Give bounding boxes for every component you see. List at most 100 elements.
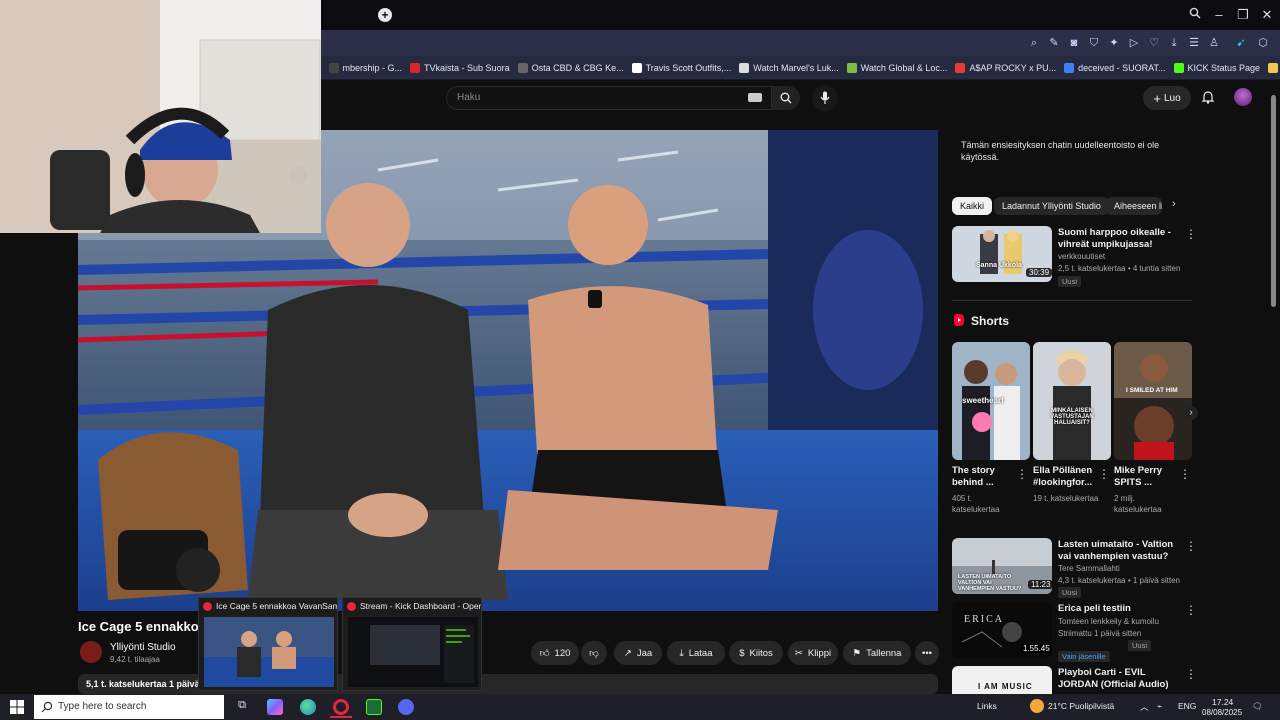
bookmark-item[interactable]: A$AP ROCKY x PU... <box>955 56 1056 79</box>
channel-name[interactable]: Tomteen lenkkeily & kumoilu <box>1058 616 1182 627</box>
shield-icon[interactable]: ⛉ <box>1087 36 1101 50</box>
bookmark-item[interactable]: deceived - SUORAT... <box>1064 56 1166 79</box>
bookmark-item[interactable]: Watch Global & Loc... <box>846 56 947 79</box>
taskbar-preview-kick[interactable]: Stream - Kick Dashboard - Opera <box>342 597 482 691</box>
video-title[interactable]: Lasten uimataito - Valtion vai vanhempie… <box>1058 539 1182 563</box>
camera-icon[interactable]: ◙ <box>1067 36 1081 50</box>
voice-search-button[interactable] <box>812 85 838 111</box>
edit-icon[interactable]: ✎ <box>1047 36 1061 50</box>
channel-name[interactable]: verkkouutiset <box>1058 251 1105 262</box>
obs-icon[interactable] <box>366 699 382 715</box>
bookmark-item[interactable]: mbership - G... <box>328 56 402 79</box>
share-button[interactable]: ↗ Jaa <box>614 641 662 665</box>
short-title[interactable]: The story behind ... <box>952 465 1014 489</box>
more-options-icon[interactable]: ⋮ <box>1185 604 1197 616</box>
video-title[interactable]: Erica peli testiin <box>1058 603 1182 615</box>
more-options-icon[interactable]: ⋮ <box>1179 468 1191 480</box>
settings-icon[interactable]: ⬡ <box>1256 36 1270 50</box>
bookmark-favicon-icon <box>739 63 750 73</box>
new-tab-button[interactable]: + <box>378 8 392 22</box>
language-indicator[interactable]: ENG <box>1178 701 1196 711</box>
discord-icon[interactable] <box>398 699 414 715</box>
scrollbar-thumb[interactable] <box>1271 95 1276 307</box>
clock-date[interactable]: 08/08/2025 <box>1202 708 1242 717</box>
keyboard-icon[interactable] <box>748 93 762 102</box>
bookmark-item[interactable]: Osta CBD & CBG Ke... <box>517 56 624 79</box>
taskbar-preview-youtube[interactable]: Ice Cage 5 ennakkoa VavanSam... <box>198 597 338 691</box>
clip-button[interactable]: ✂ Klippi <box>788 641 838 665</box>
video-thumbnail[interactable]: LASTEN UIMATAITO VALTION VAI VANHEMPIEN … <box>952 538 1052 594</box>
video-thumbnail[interactable]: ERICA 1.55.45 <box>952 602 1052 658</box>
save-button[interactable]: ⚑ Tallenna <box>843 641 911 665</box>
short-title[interactable]: Mike Perry SPITS ... <box>1114 465 1178 489</box>
chevron-up-icon[interactable]: ︿ <box>1140 701 1149 713</box>
chip-all[interactable]: Kaikki <box>952 197 993 215</box>
lens-icon[interactable]: ⌕ <box>1027 36 1041 50</box>
edge-icon[interactable] <box>300 699 316 715</box>
close-icon[interactable]: ✕ <box>1257 7 1277 23</box>
windows-start-icon[interactable] <box>10 700 24 714</box>
more-options-icon[interactable]: ⋮ <box>1185 228 1197 240</box>
like-button[interactable]: 👍︎ 120 <box>531 641 579 665</box>
thanks-button[interactable]: $ Kiitos <box>729 641 783 665</box>
account-avatar[interactable] <box>1234 88 1252 106</box>
network-icon[interactable]: ⌁ <box>1157 701 1162 712</box>
short-title[interactable]: Ella Pöllänen #lookingfor... <box>1033 465 1097 489</box>
heart-icon[interactable]: ♡ <box>1147 36 1161 50</box>
chip-related[interactable]: Aiheeseen li <box>1106 197 1162 215</box>
download-button[interactable]: ⤓ Lataa <box>667 641 725 665</box>
create-button[interactable]: + Luo <box>1143 86 1191 110</box>
bookmark-item[interactable]: TVkaista - Sub Suora <box>410 56 510 79</box>
weather-text[interactable]: 21°C Puolipilvistä <box>1048 701 1114 711</box>
bookmark-item[interactable]: Oleksandr Usyk vs D... <box>1268 56 1280 79</box>
more-options-icon[interactable]: ⋮ <box>1098 468 1110 480</box>
clock-time[interactable]: 17.24 <box>1212 697 1233 707</box>
menu-icon[interactable]: ☰ <box>1187 36 1201 50</box>
bookmark-item[interactable]: KICK Status Page <box>1173 56 1260 79</box>
channel-avatar[interactable] <box>80 641 102 663</box>
chevron-right-icon[interactable]: › <box>1172 198 1176 210</box>
more-options-icon[interactable]: ⋮ <box>1185 668 1197 680</box>
thumbnail-caption: LASTEN UIMATAITO VALTION VAI VANHEMPIEN … <box>958 574 1022 592</box>
notifications-bell-icon[interactable] <box>1200 89 1216 105</box>
extension-icon[interactable]: ✦ <box>1107 36 1121 50</box>
video-title[interactable]: Playboi Carti - EVIL JORDAN (Official Au… <box>1058 667 1182 691</box>
profile-icon[interactable]: ♙ <box>1207 36 1221 50</box>
video-title[interactable]: Suomi harppoo oikealle - vihreät umpikuj… <box>1058 227 1178 251</box>
notification-center-icon[interactable]: 🗨︎ <box>1252 701 1263 712</box>
search-input[interactable]: Haku <box>446 86 772 110</box>
restore-icon[interactable]: ❐ <box>1233 7 1253 23</box>
links-toolbar[interactable]: Links <box>977 701 997 711</box>
channel-name[interactable]: Tere Sammallahti <box>1058 563 1120 574</box>
search-icon[interactable] <box>1185 7 1205 22</box>
more-actions-button[interactable]: ••• <box>915 641 939 665</box>
task-view-icon[interactable]: ⧉ <box>234 699 250 715</box>
opera-icon <box>347 602 356 611</box>
video-thumbnail[interactable]: Sanna Ukkola 30:39 <box>952 226 1052 282</box>
video-thumbnail[interactable]: I AM MUSIC <box>952 666 1052 694</box>
aria-icon[interactable]: ➹ <box>1234 36 1248 50</box>
short-thumbnail[interactable]: MINKÄLAISEN VASTUSTAJAN HALUAISIT? <box>1033 342 1111 460</box>
bookmark-favicon-icon <box>1268 63 1279 73</box>
share-icon: ↗ <box>623 647 632 659</box>
dislike-button[interactable]: 👎︎ <box>581 641 607 665</box>
opera-icon[interactable] <box>333 699 349 715</box>
bookmark-item[interactable]: Travis Scott Outfits,... <box>631 56 731 79</box>
bookmark-item[interactable]: Watch Marvel's Luk... <box>739 56 839 79</box>
channel-name[interactable]: Ylliyönti Studio <box>110 642 176 653</box>
short-thumbnail[interactable]: sweetheart <box>952 342 1030 460</box>
download-icon[interactable]: ⤓ <box>1167 36 1181 50</box>
video-duration: 30:39 <box>1026 268 1052 277</box>
more-options-icon[interactable]: ⋮ <box>1185 540 1197 552</box>
copilot-icon[interactable] <box>267 699 283 715</box>
play-icon[interactable]: ▷ <box>1127 36 1141 50</box>
new-badge: Uusi <box>1058 276 1082 287</box>
taskbar-search-input[interactable]: Type here to search <box>34 695 224 719</box>
chip-channel[interactable]: Ladannut Ylliyönti Studio <box>994 197 1109 215</box>
minimize-icon[interactable]: – <box>1209 7 1229 22</box>
search-button[interactable] <box>772 86 800 110</box>
shorts-next-chevron-icon[interactable]: › <box>1184 406 1198 420</box>
more-options-icon[interactable]: ⋮ <box>1016 468 1028 480</box>
short-views: 2 milj. katselukertaa <box>1114 494 1162 514</box>
short-thumbnail[interactable]: I SMILED AT HIM <box>1114 342 1192 460</box>
